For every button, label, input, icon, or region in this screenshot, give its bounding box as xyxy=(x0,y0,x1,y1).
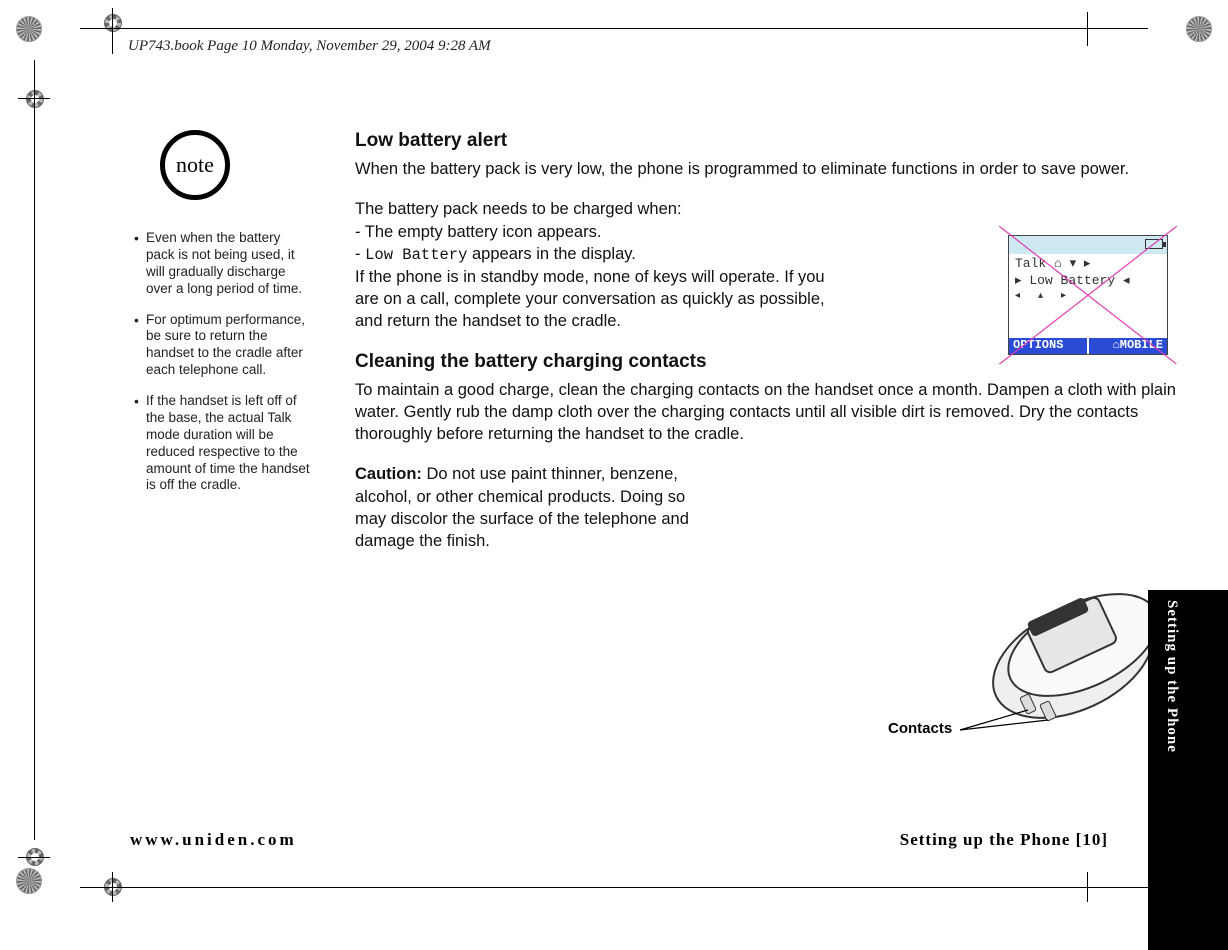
footer-section-label: Setting up the Phone [10] xyxy=(900,830,1108,850)
crop-line-left-cross xyxy=(18,98,50,99)
handset-lcd-mockup: Talk ⌂ ▾ ▸ ▸ Low Battery ◂ ◂ ▴ ▸ OPTIONS… xyxy=(1008,235,1168,355)
footer-url: www.uniden.com xyxy=(130,830,297,850)
note-list: Even when the battery pack is not being … xyxy=(130,230,310,494)
handset-contacts-figure: Contacts xyxy=(888,550,1168,770)
lcd-softkey-right: ⌂MOBILE xyxy=(1087,338,1167,354)
crop-reg-top xyxy=(104,14,122,32)
side-thumb-tab-label: Setting up the Phone xyxy=(1163,600,1180,753)
print-book-header: UP743.book Page 10 Monday, November 29, … xyxy=(128,38,491,55)
crop-reg-tl xyxy=(16,16,42,42)
battery-empty-icon xyxy=(1145,239,1163,249)
crop-reg-bl xyxy=(16,868,42,894)
lcd-line: ◂ ▴ ▸ xyxy=(1015,290,1161,303)
text-fragment: - xyxy=(355,245,365,263)
text-fragment: appears in the display. xyxy=(467,245,635,263)
lcd-softkeys: OPTIONS ⌂MOBILE xyxy=(1009,338,1167,354)
lcd-status-bar xyxy=(1009,236,1167,254)
crop-reg-tr xyxy=(1186,16,1212,42)
crop-line-top xyxy=(80,28,1148,29)
main-content: Low battery alert When the battery pack … xyxy=(355,130,1188,570)
charge-when-tail: If the phone is in standby mode, none of… xyxy=(355,266,845,333)
lcd-line: ▸ Low Battery ◂ xyxy=(1015,273,1161,290)
para-low-battery-intro: When the battery pack is very low, the p… xyxy=(355,158,1188,180)
para-cleaning: To maintain a good charge, clean the cha… xyxy=(355,379,1188,446)
para-caution: Caution: Do not use paint thinner, benze… xyxy=(355,463,705,552)
charge-when-line1: - The empty battery icon appears. xyxy=(355,221,845,243)
crop-line-bottom xyxy=(80,887,1148,888)
lcd-text-inline: Low Battery xyxy=(365,246,467,264)
heading-low-battery: Low battery alert xyxy=(355,130,1188,152)
crop-line-bottom-cross xyxy=(1087,872,1088,902)
crop-line-left xyxy=(34,60,35,840)
crop-reg-left xyxy=(26,90,44,108)
lcd-line: Talk ⌂ ▾ ▸ xyxy=(1015,256,1161,273)
charge-when-intro: The battery pack needs to be charged whe… xyxy=(355,198,845,220)
crop-line-left2 xyxy=(112,8,113,54)
charge-when-line2: - Low Battery appears in the display. xyxy=(355,243,845,266)
note-sidebar: note Even when the battery pack is not b… xyxy=(130,130,310,508)
note-item: If the handset is left off of the base, … xyxy=(134,393,310,494)
note-item: For optimum performance, be sure to retu… xyxy=(134,312,310,380)
caution-label: Caution: xyxy=(355,465,422,483)
side-thumb-tab: Setting up the Phone xyxy=(1148,590,1228,950)
note-item: Even when the battery pack is not being … xyxy=(134,230,310,298)
contacts-label: Contacts xyxy=(888,720,952,737)
crop-line-top-cross xyxy=(1087,12,1088,46)
note-badge: note xyxy=(160,130,230,200)
crop-line-left3 xyxy=(112,872,113,902)
crop-line-left-cross2 xyxy=(18,857,50,858)
lcd-softkey-left: OPTIONS xyxy=(1009,338,1087,354)
